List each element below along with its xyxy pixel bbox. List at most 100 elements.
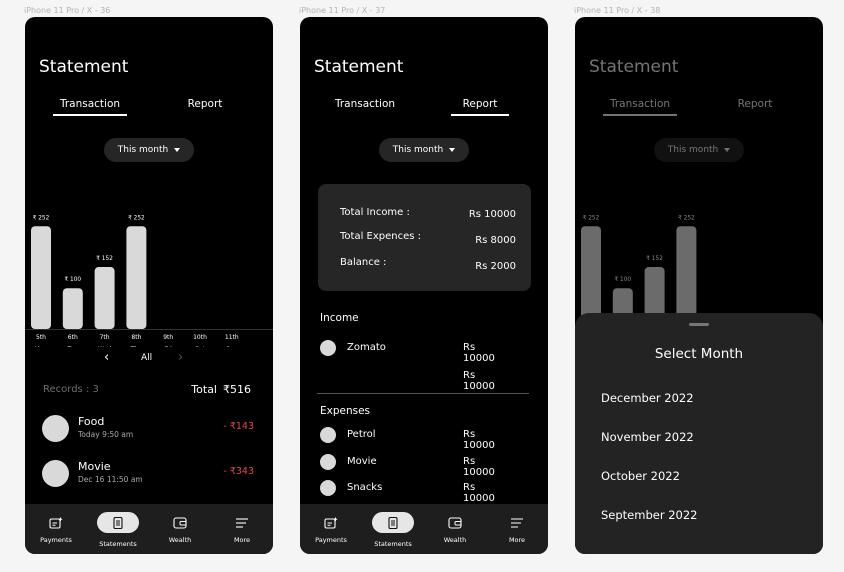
row-value: Rs 10000 — [463, 456, 495, 478]
month-option[interactable]: October 2022 — [601, 469, 680, 483]
total-label: Total — [191, 383, 217, 396]
row-name: Zomato — [347, 342, 386, 353]
chart-x-tick-label: 5th — [36, 334, 46, 341]
row-value: Rs 10000 — [463, 370, 495, 392]
nav-label: Statements — [374, 540, 412, 548]
chevron-left-icon[interactable]: ‹ — [104, 351, 109, 364]
summary-label: Total Expences : — [340, 231, 422, 242]
menu-icon — [236, 518, 248, 528]
chevron-right-icon[interactable]: › — [178, 351, 183, 364]
chart-value-label: ₹ 152 — [646, 255, 663, 262]
phone-report-screen: Statement Transaction Report This month … — [300, 17, 548, 554]
chart-x-tick-label: 8th — [131, 334, 141, 341]
month-option[interactable]: December 2022 — [601, 391, 694, 405]
chart-bar[interactable] — [126, 226, 147, 329]
page-title: Statement — [39, 57, 129, 77]
summary-card: Total Income : Rs 10000 Total Expences : R… — [318, 184, 531, 291]
chart-day-label: Sun — [226, 346, 238, 347]
summary-label: Total Income : — [340, 207, 410, 218]
pager-label[interactable]: All — [141, 353, 152, 363]
chart-day-label: Mon — [35, 346, 48, 347]
chart-value-label: ₹ 100 — [64, 276, 81, 283]
summary-income: Total Income : Rs 10000 — [340, 207, 516, 220]
phone-select-month-screen: Statement Transaction Report This month … — [575, 17, 823, 554]
row-value: Rs 10000 — [463, 342, 495, 364]
weekly-bar-chart: ₹ 252 5th Mon ₹ 100 6th Tue ₹ 152 7th Wed ₹ 252 8t… — [25, 214, 273, 347]
summary-value: Rs 10000 — [468, 209, 516, 220]
avatar — [42, 460, 69, 487]
chart-day-label: Sat — [195, 346, 205, 347]
nav-payments[interactable]: Payments — [25, 504, 87, 554]
frame-label-38: iPhone 11 Pro / X - 38 — [574, 6, 661, 15]
income-section-title: Income — [320, 312, 359, 324]
bottom-nav: Payments Statements Wealth More — [300, 504, 548, 554]
summary-value: Rs 8000 — [475, 235, 516, 246]
row-value: Rs 10000 — [463, 482, 495, 504]
wallet-icon — [448, 517, 462, 529]
nav-label: Statements — [99, 540, 137, 548]
nav-wealth[interactable]: Wealth — [424, 504, 486, 554]
nav-more[interactable]: More — [486, 504, 548, 554]
month-option[interactable]: September 2022 — [601, 508, 698, 522]
row-value: Rs 10000 — [463, 429, 495, 451]
row-name: Movie — [347, 456, 377, 467]
chevron-down-icon — [174, 148, 181, 152]
chart-value-label: ₹ 252 — [583, 214, 600, 221]
nav-label: Payments — [40, 536, 72, 544]
expenses-section-title: Expenses — [320, 405, 371, 417]
nav-more[interactable]: More — [211, 504, 273, 554]
avatar — [320, 454, 336, 470]
chart-bar[interactable] — [31, 226, 51, 329]
nav-label: Wealth — [443, 536, 467, 544]
tab-report[interactable]: Report — [443, 98, 517, 110]
statements-icon — [113, 517, 123, 529]
nav-label: Payments — [315, 536, 347, 544]
nav-payments[interactable]: Payments — [300, 504, 362, 554]
tab-active-underline — [603, 114, 677, 116]
chart-bar[interactable] — [94, 267, 115, 329]
month-filter-dropdown[interactable]: This month — [104, 138, 194, 162]
transaction-time: Dec 16 11:50 am — [78, 475, 143, 484]
drag-handle[interactable] — [689, 323, 709, 326]
tab-report[interactable]: Report — [168, 98, 242, 110]
nav-statements[interactable]: Statements — [362, 504, 424, 554]
avatar — [320, 480, 336, 496]
chart-x-tick-label: 10th — [193, 334, 207, 341]
nav-label: More — [508, 536, 526, 544]
divider — [317, 393, 529, 394]
expense-row[interactable]: Movie Rs 10000 — [320, 454, 510, 478]
chart-day-label: Wed — [98, 346, 111, 347]
chevron-down-icon — [724, 148, 731, 152]
nav-label: More — [233, 536, 251, 544]
chart-value-label: ₹ 152 — [96, 255, 113, 262]
row-name: Snacks — [347, 482, 383, 493]
expense-row[interactable]: Snacks Rs 10000 — [320, 480, 510, 504]
tab-transaction[interactable]: Transaction — [53, 98, 127, 110]
row-name: Petrol — [347, 429, 376, 440]
month-filter-label: This month — [392, 145, 444, 155]
tab-active-underline — [53, 114, 127, 116]
transaction-time: Today 9:50 am — [78, 430, 134, 439]
summary-value: Rs 2000 — [475, 261, 516, 272]
month-filter-dropdown[interactable]: This month — [379, 138, 469, 162]
records-total: Total ₹516 — [191, 383, 251, 396]
avatar — [320, 340, 336, 356]
nav-wealth[interactable]: Wealth — [149, 504, 211, 554]
expense-row[interactable]: Petrol Rs 10000 — [320, 427, 510, 451]
month-option[interactable]: November 2022 — [601, 430, 694, 444]
transaction-item[interactable]: Food Today 9:50 am - ₹143 — [42, 413, 254, 445]
select-month-sheet: Select Month December 2022 November 2022… — [575, 313, 823, 554]
income-row[interactable]: Zomato Rs 10000 — [320, 340, 510, 364]
tab-transaction[interactable]: Transaction — [328, 98, 402, 110]
nav-statements[interactable]: Statements — [87, 504, 149, 554]
chart-value-label: ₹ 252 — [128, 214, 145, 221]
tab-active-underline — [451, 114, 509, 116]
page-title: Statement — [589, 57, 679, 77]
chart-day-label: Thu — [130, 346, 142, 347]
total-value: ₹516 — [223, 383, 251, 396]
transaction-name: Movie — [78, 460, 111, 473]
chart-bar[interactable] — [62, 288, 83, 329]
transaction-item[interactable]: Movie Dec 16 11:50 am - ₹343 — [42, 458, 254, 490]
chart-day-label: Fri — [165, 346, 172, 347]
chart-x-tick-label: 6th — [68, 334, 78, 341]
